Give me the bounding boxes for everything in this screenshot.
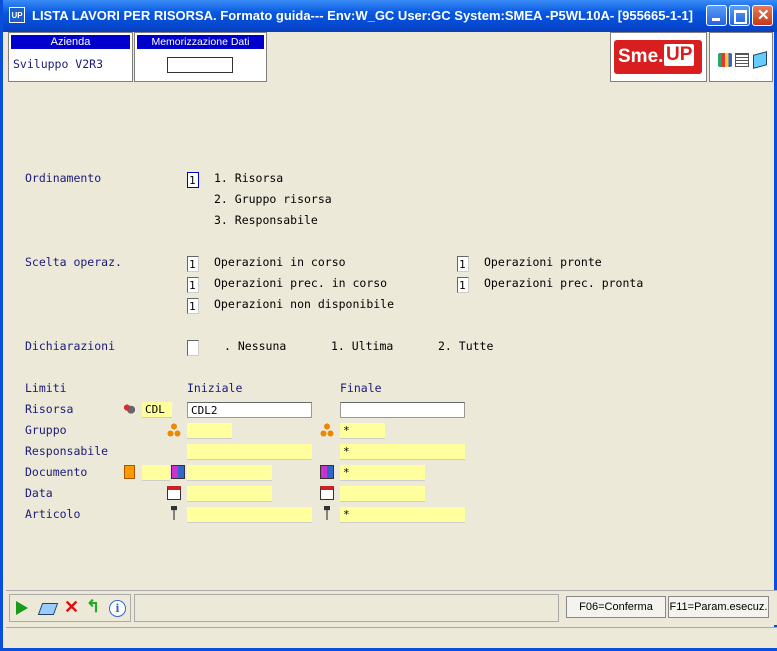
azienda-box: Azienda Sviluppo V2R3 [8, 32, 133, 82]
documento-finale-input[interactable]: * [340, 465, 425, 481]
iniziale-header: Iniziale [187, 381, 243, 395]
application-window: UP LISTA LAVORI PER RISORSA. Formato gui… [0, 0, 777, 651]
articolo-finale-input[interactable]: * [340, 507, 465, 523]
scelta-in-corso-input[interactable]: 1 [187, 256, 199, 272]
back-arrow-icon[interactable]: ↰ [86, 597, 100, 617]
scelta-pronte-label: Operazioni pronte [484, 255, 602, 269]
documento-iniziale-input[interactable] [187, 465, 272, 481]
gruppo-iniziale-search-icon[interactable] [167, 423, 181, 437]
data-label: Data [25, 486, 53, 500]
documento-label: Documento [25, 465, 88, 479]
eraser-icon[interactable] [37, 603, 59, 615]
scelta-non-disponibile-input[interactable]: 1 [187, 298, 199, 314]
window-title: LISTA LAVORI PER RISORSA. Formato guida-… [32, 8, 693, 23]
minimize-icon [712, 18, 720, 21]
minimize-button[interactable] [706, 5, 727, 26]
gruppo-iniziale-input[interactable] [187, 423, 232, 439]
close-icon: ✕ [757, 7, 770, 24]
gruppo-label: Gruppo [25, 423, 67, 437]
data-finale-calendar-icon[interactable] [320, 486, 334, 500]
book-icon[interactable] [753, 51, 767, 69]
risorsa-search-icon[interactable] [122, 402, 136, 416]
app-icon[interactable]: UP [9, 7, 25, 23]
title-bar[interactable]: UP LISTA LAVORI PER RISORSA. Formato gui… [3, 0, 777, 32]
risorsa-label: Risorsa [25, 402, 74, 416]
azienda-value: Sviluppo V2R3 [13, 57, 104, 71]
ordinamento-option-2: 2. Gruppo risorsa [214, 192, 332, 206]
responsabile-finale-input[interactable]: * [340, 444, 465, 460]
articolo-finale-screw-icon[interactable] [324, 506, 330, 520]
dichiarazioni-label: Dichiarazioni [25, 339, 116, 353]
data-iniziale-input[interactable] [187, 486, 272, 502]
articolo-iniziale-screw-icon[interactable] [171, 506, 177, 520]
scelta-prec-in-corso-label: Operazioni prec. in corso [214, 276, 388, 290]
scelta-non-disponibile-label: Operazioni non disponibile [214, 297, 395, 311]
risorsa-prefix-field[interactable]: CDL [142, 402, 172, 418]
ordinamento-input[interactable]: 1 [187, 172, 199, 188]
memorizzazione-input[interactable] [167, 57, 233, 73]
documento-iniziale-search-icon[interactable] [171, 465, 185, 479]
gruppo-finale-input[interactable]: * [340, 423, 385, 439]
finale-header: Finale [340, 381, 382, 395]
responsabile-label: Responsabile [25, 444, 109, 458]
f06-conferma-button[interactable]: F06=Conferma [566, 596, 666, 618]
scelta-prec-pronta-label: Operazioni prec. pronta [484, 276, 644, 290]
notes-icon[interactable] [735, 53, 749, 67]
logo-text-up: UP [664, 44, 695, 66]
scelta-label: Scelta operaz. [25, 255, 122, 269]
documento-finale-search-icon[interactable] [320, 465, 334, 479]
action-icons-group: ✕ ↰ i [9, 594, 131, 622]
documento-prefix-field[interactable] [142, 465, 170, 481]
scelta-prec-in-corso-input[interactable]: 1 [187, 277, 199, 293]
ordinamento-label: Ordinamento [25, 171, 102, 185]
dichiarazioni-option-nessuna: . Nessuna [224, 339, 287, 353]
logo-text-sme: Sme. [618, 46, 664, 67]
responsabile-iniziale-input[interactable] [187, 444, 312, 460]
maximize-button[interactable] [729, 5, 750, 26]
info-icon[interactable]: i [109, 600, 126, 617]
cancel-icon[interactable]: ✕ [64, 597, 79, 618]
toolbar-icons-box [709, 32, 773, 82]
smeup-logo: Sme. UP [614, 40, 702, 74]
close-button[interactable]: ✕ [752, 5, 773, 26]
documento-type-icon[interactable] [124, 465, 135, 479]
ordinamento-option-1: 1. Risorsa [214, 171, 284, 185]
ordinamento-option-3: 3. Responsabile [214, 213, 318, 227]
risorsa-iniziale-input[interactable]: CDL2 [187, 402, 312, 418]
f11-param-esecuz-button[interactable]: F11=Param.esecuz. [668, 596, 769, 618]
maximize-icon [734, 10, 747, 24]
status-bar [6, 627, 777, 648]
scelta-in-corso-label: Operazioni in corso [214, 255, 346, 269]
risorsa-finale-input[interactable] [340, 402, 465, 418]
play-icon[interactable] [16, 601, 28, 615]
limiti-label: Limiti [25, 381, 67, 395]
scelta-prec-pronta-input[interactable]: 1 [457, 277, 469, 293]
monitor-icon[interactable] [718, 53, 732, 67]
message-area [134, 594, 559, 622]
memorizzazione-label: Memorizzazione Dati Video [137, 35, 264, 62]
azienda-label: Azienda [11, 35, 130, 49]
articolo-iniziale-input[interactable] [187, 507, 312, 523]
scelta-pronte-input[interactable]: 1 [457, 256, 469, 272]
logo-box: Sme. UP [610, 32, 707, 82]
articolo-label: Articolo [25, 507, 81, 521]
memorizzazione-box: Memorizzazione Dati Video [134, 32, 267, 82]
data-iniziale-calendar-icon[interactable] [167, 486, 181, 500]
gruppo-finale-search-icon[interactable] [320, 423, 334, 437]
dichiarazioni-input[interactable] [187, 340, 199, 356]
dichiarazioni-option-ultima: 1. Ultima [331, 339, 394, 353]
data-finale-input[interactable] [340, 486, 425, 502]
dichiarazioni-option-tutte: 2. Tutte [438, 339, 494, 353]
